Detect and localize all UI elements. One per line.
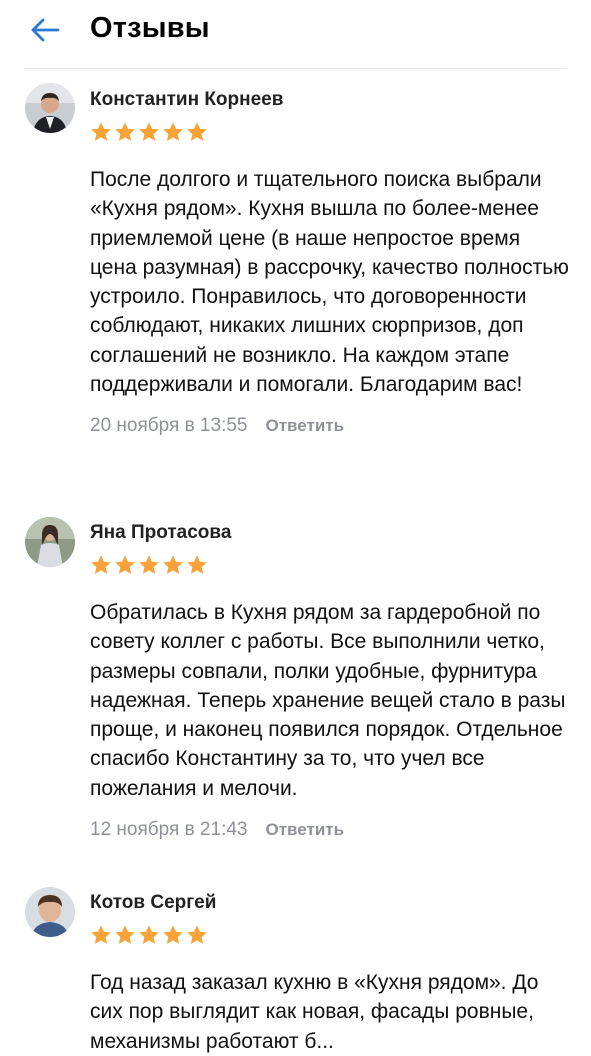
rating-stars [90,121,571,143]
review-text: Год назад заказал кухню в «Кухня рядом».… [90,971,539,1053]
review-item: Яна Протасова Обратилась в Кухня рядом з… [0,503,591,873]
review-meta: 20 ноября в 13:55 Ответить [90,414,571,438]
review-author[interactable]: Константин Корнеев [90,70,571,111]
star-icon [115,925,135,944]
reply-button[interactable]: Ответить [265,818,344,842]
rating-stars [90,924,571,946]
review-item: Котов Сергей Год назад заказал кухню в «… [0,873,591,1053]
arrow-left-icon [31,18,60,42]
star-icon [115,555,135,574]
review-author[interactable]: Котов Сергей [90,873,571,914]
star-icon [139,925,159,944]
rating-stars [90,554,571,576]
review-date: 12 ноября в 21:43 [90,819,248,841]
review-meta: 12 ноября в 21:43 Ответить [90,818,571,842]
star-icon [91,555,111,574]
star-icon [187,555,207,574]
avatar[interactable] [25,517,75,567]
review-text: Обратилась в Кухня рядом за гардеробной … [90,601,566,800]
star-icon [91,925,111,944]
star-icon [91,122,111,141]
review-author[interactable]: Яна Протасова [90,503,571,544]
review-text: После долгого и тщательного поиска выбра… [90,168,569,397]
back-button[interactable] [30,18,60,42]
star-icon [139,122,159,141]
avatar[interactable] [25,887,75,937]
star-icon [163,122,183,141]
star-icon [163,925,183,944]
star-icon [187,925,207,944]
review-date: 20 ноября в 13:55 [90,415,248,437]
reply-button[interactable]: Ответить [265,414,344,438]
review-item: Константин Корнеев После долгого и тщате… [0,69,591,503]
star-icon [187,122,207,141]
star-icon [115,122,135,141]
avatar[interactable] [25,83,75,133]
header-bar: Отзывы [24,0,567,69]
page-title: Отзывы [90,12,210,44]
star-icon [163,555,183,574]
star-icon [139,555,159,574]
